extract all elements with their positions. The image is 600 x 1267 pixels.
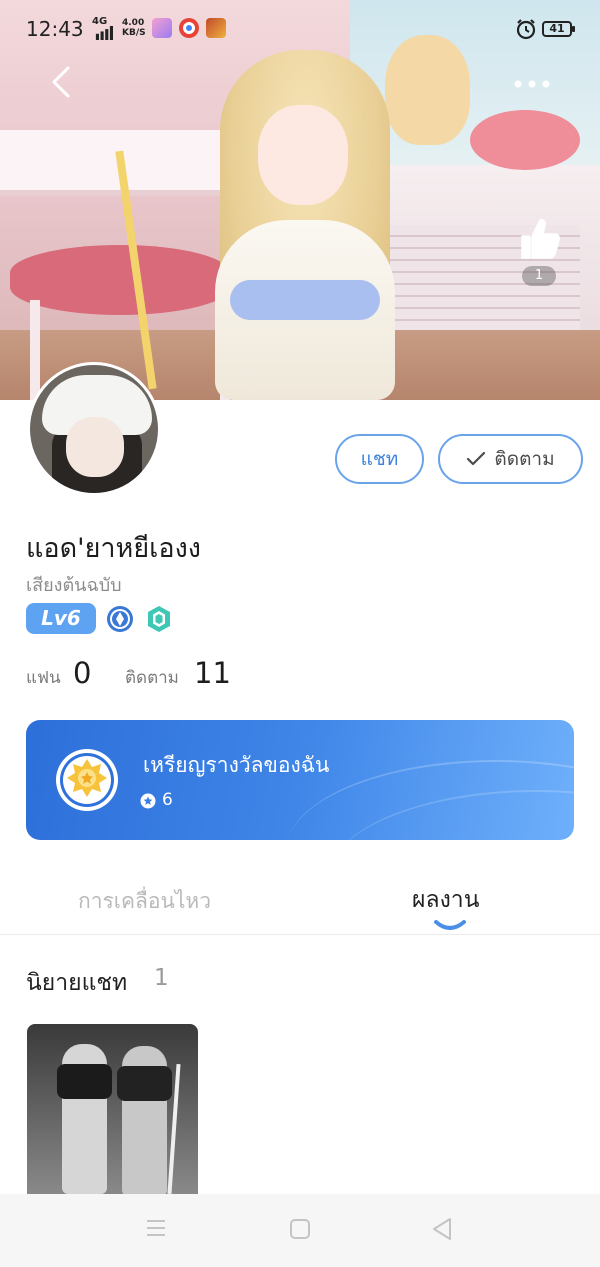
chrome-icon <box>179 18 199 38</box>
profile-cover-image <box>0 0 600 400</box>
battery-indicator: 41 <box>542 21 575 37</box>
tab-divider <box>0 934 600 935</box>
network-speed-value: 4.00 <box>122 18 145 28</box>
network-speed-unit: KB/S <box>122 28 146 38</box>
character-sash <box>230 280 380 320</box>
thumbs-up-icon <box>521 219 560 259</box>
cover-character <box>200 30 410 400</box>
active-tab-indicator <box>434 920 466 930</box>
back-nav-icon[interactable] <box>431 1217 453 1241</box>
more-options-button[interactable] <box>510 72 554 96</box>
profile-avatar[interactable] <box>27 362 161 496</box>
thumb-figure-top <box>117 1066 172 1101</box>
medal-card-title: เหรียญรางวัลของฉัน <box>143 753 330 777</box>
signal-icon <box>95 26 113 40</box>
medal-icon <box>56 749 118 811</box>
follow-button[interactable]: ติดตาม <box>438 434 583 484</box>
alarm-icon <box>516 19 536 40</box>
app-notification-icon <box>152 18 172 38</box>
pen-badge-icon[interactable] <box>106 605 134 633</box>
game-notification-icon <box>206 18 226 38</box>
thumb-figure-top <box>57 1064 112 1099</box>
cover-desk <box>0 130 230 196</box>
medal-count: 6 <box>162 790 173 810</box>
notification-app-icons <box>152 18 226 38</box>
recent-apps-icon[interactable] <box>145 1217 167 1239</box>
gem-badge-icon[interactable] <box>146 605 172 633</box>
chat-button[interactable]: แชท <box>335 434 424 484</box>
profile-subtitle: เสียงต้นฉบับ <box>26 575 122 596</box>
tab-works[interactable]: ผลงาน <box>412 882 479 918</box>
section-title: นิยายแชท <box>26 970 128 996</box>
network-speed: 4.00 KB/S <box>122 18 146 38</box>
check-icon <box>467 451 486 466</box>
chat-novel-thumbnail[interactable] <box>27 1024 198 1196</box>
chevron-left-icon <box>52 66 70 98</box>
my-medals-card[interactable]: เหรียญรางวัลของฉัน 6 <box>26 720 574 840</box>
system-navigation-bar <box>0 1194 600 1267</box>
more-dots-icon <box>514 80 550 88</box>
chat-button-label: แชท <box>360 448 399 470</box>
avatar-face <box>66 417 124 477</box>
like-button[interactable] <box>516 214 562 264</box>
back-button[interactable] <box>44 62 80 102</box>
character-face <box>258 105 348 205</box>
section-count: 1 <box>154 965 169 991</box>
follow-button-label: ติดตาม <box>494 448 555 470</box>
like-count: 1 <box>522 266 556 286</box>
following-label: ติดตาม <box>125 668 179 688</box>
status-time: 12:43 <box>26 17 84 41</box>
following-count[interactable]: 11 <box>194 656 231 690</box>
tab-activity[interactable]: การเคลื่อนไหว <box>78 885 211 918</box>
star-icon <box>140 793 156 809</box>
level-badge[interactable]: Lv6 <box>26 603 96 634</box>
fans-count[interactable]: 0 <box>73 656 91 690</box>
cover-pillow <box>470 110 580 170</box>
fans-label: แฟน <box>26 668 61 688</box>
profile-name: แอด'ยาหยีเองง <box>26 533 201 564</box>
home-icon[interactable] <box>289 1218 311 1240</box>
status-bar: 12:43 4G 4.00 KB/S 41 <box>0 0 600 60</box>
